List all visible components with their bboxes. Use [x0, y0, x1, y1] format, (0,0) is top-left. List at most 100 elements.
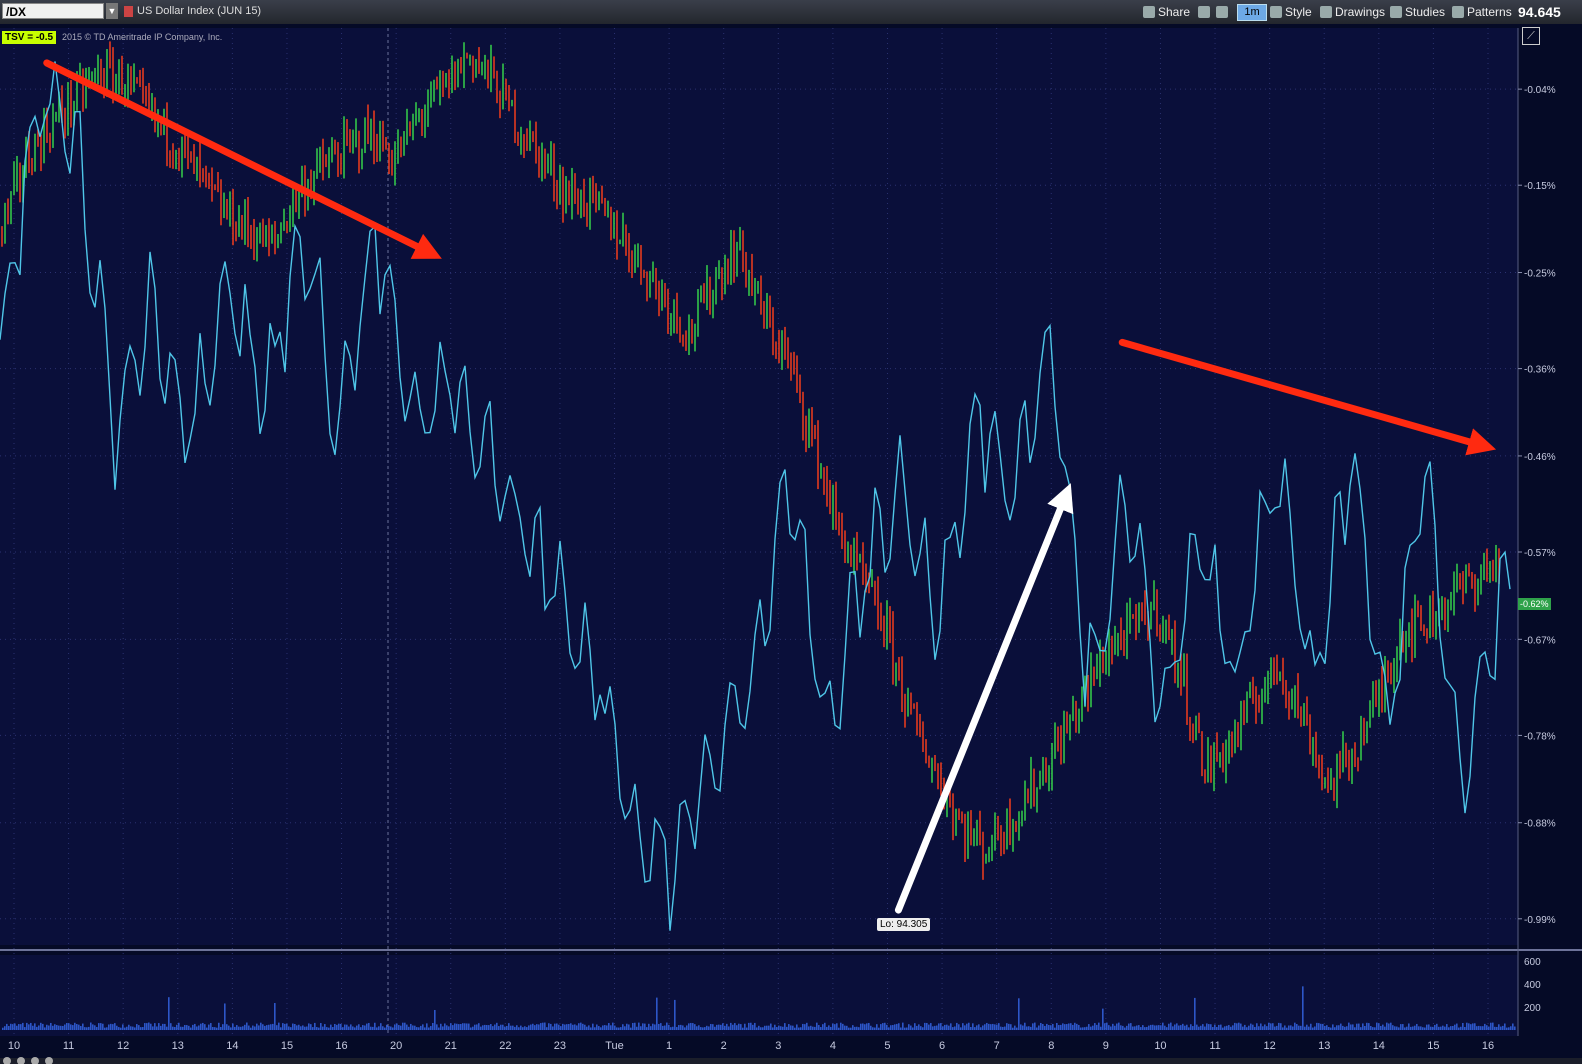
volume-bar: [550, 1023, 552, 1030]
volume-bar: [1190, 1024, 1192, 1030]
volume-bar: [830, 1026, 832, 1030]
volume-bar: [520, 1025, 522, 1030]
volume-bar: [444, 1023, 446, 1030]
volume-bar: [658, 1023, 660, 1030]
volume-bar: [976, 1025, 978, 1030]
settings-button[interactable]: [1216, 3, 1231, 21]
volume-bar: [572, 1024, 574, 1030]
volume-bar: [914, 1023, 916, 1030]
volume-bar: [1406, 1026, 1408, 1030]
volume-bar: [1006, 1023, 1008, 1030]
volume-bar: [54, 1024, 56, 1030]
volume-bar: [662, 1025, 664, 1030]
volume-bar: [1320, 1023, 1322, 1030]
volume-bar: [600, 1027, 602, 1030]
volume-bar: [888, 1027, 890, 1030]
volume-bar: [1036, 1027, 1038, 1030]
volume-bar: [312, 1027, 314, 1030]
volume-bar: [1362, 1023, 1364, 1030]
x-tick-label: 3: [775, 1040, 781, 1052]
scale-icon[interactable]: ⟋: [1522, 27, 1540, 45]
volume-bar: [1202, 1024, 1204, 1030]
volume-bar: [940, 1023, 942, 1030]
volume-bar: [1480, 1026, 1482, 1030]
volume-bar: [314, 1022, 316, 1030]
volume-bar: [68, 1023, 70, 1030]
volume-bar: [1070, 1023, 1072, 1030]
volume-bar: [324, 1024, 326, 1030]
volume-bar: [70, 1024, 72, 1030]
volume-bar: [564, 1024, 566, 1030]
volume-bar: [532, 1023, 534, 1030]
volume-bar: [1312, 1027, 1314, 1030]
volume-bar: [1502, 1025, 1504, 1030]
volume-bar: [632, 1022, 634, 1030]
volume-bar: [290, 1027, 292, 1030]
volume-bar: [164, 1023, 166, 1030]
x-tick-label: 9: [1103, 1040, 1109, 1052]
volume-bar: [992, 1023, 994, 1030]
volume-bar: [8, 1025, 10, 1030]
volume-bar: [102, 1023, 104, 1030]
volume-bar: [332, 1027, 334, 1030]
volume-bar: [1392, 1025, 1394, 1030]
volume-bar: [948, 1025, 950, 1030]
volume-bar: [964, 1025, 966, 1030]
volume-bar: [536, 1024, 538, 1030]
volume-bar: [814, 1026, 816, 1030]
volume-bar: [1084, 1027, 1086, 1030]
volume-bar: [410, 1023, 412, 1030]
price-chart[interactable]: -0.04% -0.15% -0.25% -0.36% -0.46% -0.57% -0.6…: [0, 24, 1582, 1064]
volume-bar: [274, 1003, 276, 1030]
volume-bar: [1308, 1026, 1310, 1030]
volume-bar: [816, 1022, 818, 1030]
volume-bar: [1342, 1025, 1344, 1030]
volume-bar: [1332, 1024, 1334, 1030]
x-tick-label: 8: [1048, 1040, 1054, 1052]
chevron-down-icon[interactable]: ▼: [106, 3, 118, 19]
volume-bar: [748, 1022, 750, 1030]
cursor-tool-button[interactable]: [1198, 3, 1213, 21]
volume-bar: [708, 1026, 710, 1030]
volume-bar: [622, 1024, 624, 1030]
volume-bar: [166, 1026, 168, 1030]
volume-bar: [542, 1022, 544, 1030]
volume-bar: [86, 1027, 88, 1030]
symbol-input[interactable]: /DX: [2, 3, 104, 19]
volume-bar: [436, 1024, 438, 1030]
volume-bar: [1090, 1026, 1092, 1030]
volume-bar: [1242, 1026, 1244, 1030]
volume-bar: [554, 1023, 556, 1030]
study-badge[interactable]: TSV = -0.5: [2, 31, 57, 44]
volume-bar: [114, 1023, 116, 1030]
volume-bar: [472, 1026, 474, 1030]
volume-bar: [468, 1023, 470, 1030]
volume-bar: [792, 1025, 794, 1030]
last-price: 94.645: [1518, 4, 1561, 20]
x-tick-label: 21: [445, 1040, 457, 1052]
volume-bar: [420, 1025, 422, 1030]
drawings-button[interactable]: Drawings: [1320, 3, 1385, 21]
volume-bar: [226, 1024, 228, 1030]
patterns-button[interactable]: Patterns: [1452, 3, 1512, 21]
volume-bar: [502, 1024, 504, 1030]
volume-bar: [1000, 1026, 1002, 1030]
share-button[interactable]: Share: [1143, 3, 1190, 21]
studies-button[interactable]: Studies: [1390, 3, 1445, 21]
volume-bar: [466, 1023, 468, 1030]
volume-bar: [284, 1023, 286, 1030]
volume-bar: [832, 1023, 834, 1030]
style-button[interactable]: Style: [1270, 3, 1312, 21]
volume-bar: [168, 997, 170, 1030]
volume-bar: [744, 1023, 746, 1030]
volume-bar: [390, 1026, 392, 1030]
volume-bar: [1298, 1025, 1300, 1030]
volume-bar: [248, 1025, 250, 1030]
volume-bar: [1376, 1022, 1378, 1030]
timeframe-button[interactable]: 1m: [1237, 4, 1267, 21]
volume-bar: [946, 1024, 948, 1030]
volume-bar: [1484, 1023, 1486, 1030]
volume-bar: [894, 1024, 896, 1030]
volume-bar: [1168, 1023, 1170, 1030]
volume-bar: [1052, 1023, 1054, 1030]
